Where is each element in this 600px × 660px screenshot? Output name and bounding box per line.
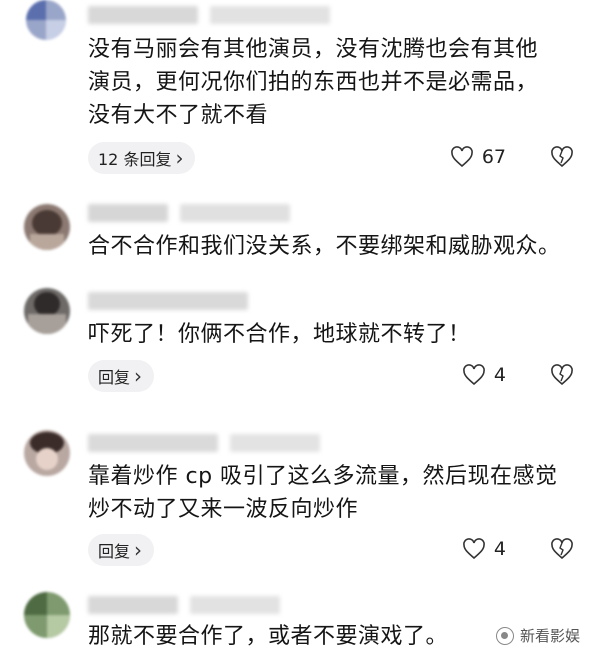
like-button[interactable]: 4: [462, 364, 506, 386]
dislike-button[interactable]: [550, 146, 574, 172]
username-blurred: [88, 292, 248, 310]
chevron-right-icon: ›: [134, 364, 143, 388]
reply-button[interactable]: 回复 ›: [88, 534, 155, 566]
reply-label: 回复: [98, 542, 131, 561]
watermark: 新看影娱: [495, 625, 580, 646]
username-blurred: [88, 204, 168, 222]
like-button[interactable]: 67: [450, 146, 506, 168]
comment-text: 没有马丽会有其他演员，没有沈腾也会有其他 演员，更何况你们拍的东西也并不是必需品…: [88, 37, 539, 128]
like-count: 4: [493, 364, 506, 386]
comment-text: 合不合作和我们没关系，不要绑架和威胁观众。: [88, 234, 561, 259]
like-count: 67: [481, 146, 506, 168]
comment-text: 靠着炒作 cp 吸引了这么多流量，然后现在感觉 炒不动了又来一波反向炒作: [88, 464, 558, 522]
username-blurred: [88, 596, 178, 614]
heart-outline-icon: [450, 146, 473, 168]
meta-blurred: [180, 204, 290, 222]
avatar[interactable]: [26, 0, 66, 40]
avatar[interactable]: [24, 430, 70, 476]
watermark-logo-icon: [495, 626, 514, 645]
avatar[interactable]: [24, 288, 70, 334]
heart-outline-icon: [463, 538, 485, 560]
broken-heart-icon: [551, 146, 573, 168]
heart-outline-icon: [463, 364, 485, 386]
reply-label: 回复: [98, 368, 131, 387]
chevron-right-icon: ›: [175, 146, 184, 170]
avatar[interactable]: [24, 204, 70, 250]
chevron-right-icon: ›: [134, 538, 143, 562]
like-button[interactable]: 4: [462, 538, 506, 560]
watermark-text: 新看影娱: [519, 627, 580, 645]
reply-label: 12 条回复: [98, 150, 172, 169]
meta-blurred: [190, 596, 280, 614]
meta-blurred: [230, 434, 320, 452]
broken-heart-icon: [551, 364, 573, 386]
view-replies-button[interactable]: 12 条回复 ›: [88, 142, 196, 174]
broken-heart-icon: [551, 538, 573, 560]
reply-button[interactable]: 回复 ›: [88, 360, 155, 392]
comment-text: 吓死了！你俩不合作，地球就不转了！: [88, 322, 471, 347]
dislike-button[interactable]: [550, 538, 574, 564]
username-blurred: [88, 434, 218, 452]
dislike-button[interactable]: [550, 364, 574, 390]
username-blurred: [88, 6, 198, 24]
like-count: 4: [493, 538, 506, 560]
avatar[interactable]: [24, 592, 70, 638]
meta-blurred: [210, 6, 330, 24]
